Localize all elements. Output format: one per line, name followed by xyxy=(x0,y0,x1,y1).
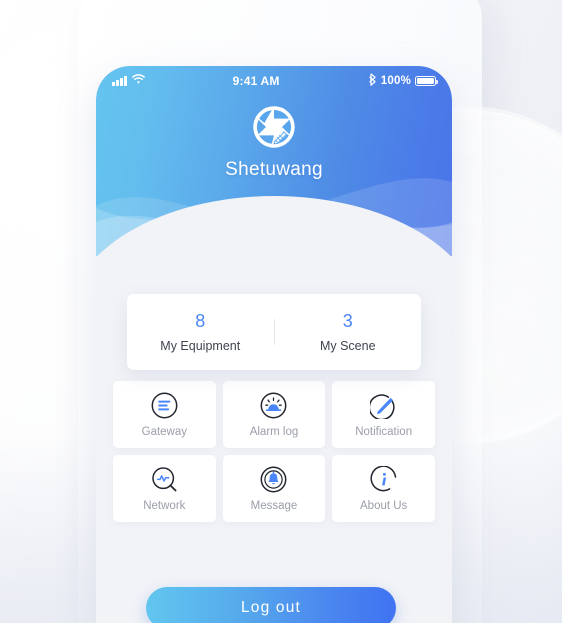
camera-aperture-pencil-logo xyxy=(253,106,295,148)
tile-label: Notification xyxy=(355,425,413,438)
wifi-icon xyxy=(131,74,145,88)
bluetooth-icon xyxy=(368,73,377,89)
stats-card: 8 My Equipment 3 My Scene xyxy=(127,294,421,370)
app-header: 9:41 AM 100% Shetuwang xyxy=(96,66,452,256)
tile-about-us[interactable]: About Us xyxy=(332,455,435,522)
tile-label: Message xyxy=(250,499,298,512)
tile-alarm-log[interactable]: Alarm log xyxy=(222,381,326,448)
battery-percent-label: 100% xyxy=(380,75,411,87)
brand-block: Shetuwang xyxy=(96,106,452,181)
tile-label: Network xyxy=(143,499,186,512)
stat-my-scene[interactable]: 3 My Scene xyxy=(275,312,422,353)
tile-label: Gateway xyxy=(141,425,188,438)
tile-network[interactable]: Network xyxy=(113,455,216,522)
status-bar-left xyxy=(112,74,145,88)
about-info-icon xyxy=(370,464,397,493)
stat-value: 3 xyxy=(342,310,353,331)
alarm-siren-icon xyxy=(260,392,287,419)
gateway-list-icon xyxy=(151,392,178,419)
phone-screen: 9:41 AM 100% Shetuwang 8 My Equipment 3 … xyxy=(96,66,452,623)
header-wave-3 xyxy=(96,196,452,256)
status-bar: 9:41 AM 100% xyxy=(96,66,452,90)
page-backdrop: 9:41 AM 100% Shetuwang 8 My Equipment 3 … xyxy=(0,0,562,623)
log-out-button[interactable]: Log out xyxy=(146,587,396,623)
battery-full-icon xyxy=(415,75,439,87)
header-wave-2 xyxy=(96,178,452,256)
stat-label: My Scene xyxy=(319,338,376,353)
notification-pencil-icon xyxy=(368,392,397,420)
tile-message[interactable]: Message xyxy=(222,455,326,522)
tile-notification[interactable]: Notification xyxy=(332,381,435,448)
stat-value: 8 xyxy=(195,310,206,331)
message-bell-icon xyxy=(260,466,287,493)
network-search-pulse-icon xyxy=(151,466,178,493)
stat-label: My Equipment xyxy=(160,338,241,353)
status-bar-right: 100% xyxy=(368,73,439,89)
stat-my-equipment[interactable]: 8 My Equipment xyxy=(127,312,274,353)
tile-label: About Us xyxy=(360,499,408,512)
brand-name: Shetuwang xyxy=(225,159,323,180)
signal-bars-icon xyxy=(112,76,127,86)
status-bar-time: 9:41 AM xyxy=(232,74,280,88)
tile-gateway[interactable]: Gateway xyxy=(113,381,216,448)
tile-label: Alarm log xyxy=(249,425,299,438)
menu-tile-grid: Gateway Alarm log Notification Network M… xyxy=(113,381,435,522)
